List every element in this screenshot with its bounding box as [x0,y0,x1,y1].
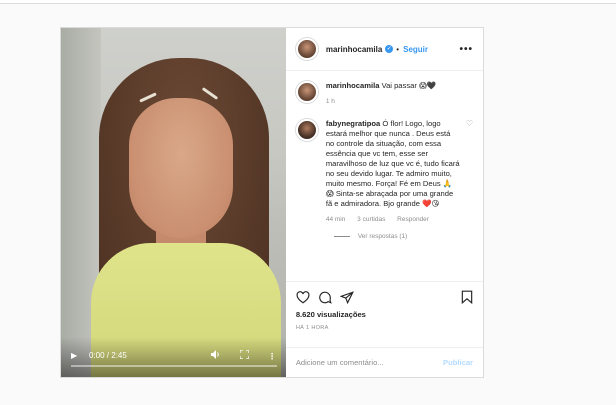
avatar[interactable] [295,38,318,60]
dot-separator: • [396,44,400,54]
publish-button[interactable]: Publicar [443,358,473,367]
comment-time: 44 min [325,216,346,223]
follow-button[interactable]: Seguir [403,45,428,54]
save-icon[interactable] [461,290,473,304]
view-replies-button[interactable]: Ver respostas (1) [333,233,473,240]
comment-likes[interactable]: 3 curtidas [357,216,385,223]
replies-line [333,236,350,237]
post-card: ▶ 0:00 / 2:45 ⋮ marinhocamila ✓ • Seguir… [60,27,484,378]
view-replies-label[interactable]: Ver respostas (1) [358,233,408,240]
views-count[interactable]: 8.620 visualizações [296,310,473,319]
avatar[interactable] [295,81,318,103]
video-subject-face [129,98,233,238]
post-header: marinhocamila ✓ • Seguir ••• [285,28,483,71]
like-comment-icon[interactable]: ♡ [460,119,473,223]
volume-icon[interactable] [211,350,221,361]
avatar[interactable] [295,119,318,141]
comment-meta: 44 min 3 curtidas Responder [326,216,460,223]
post-time-ago: HÁ 1 HORA [295,325,329,331]
header-username[interactable]: marinhocamila [326,45,382,54]
video-options-icon[interactable]: ⋮ [268,352,276,361]
action-icons [296,290,473,304]
comment-icon[interactable] [318,291,332,304]
share-icon[interactable] [339,290,354,304]
reply-button[interactable]: Responder [397,216,429,223]
heart-icon[interactable] [296,290,310,304]
video-controls: ▶ 0:00 / 2:45 ⋮ [61,337,286,377]
list-item: fabynegratipoa Ó flor! Logo, logo estará… [295,119,473,223]
caption-text: marinhocamila Vai passar 😱🖤 [326,81,437,91]
play-icon[interactable]: ▶ [71,351,77,360]
video-player[interactable]: ▶ 0:00 / 2:45 ⋮ [61,28,286,377]
add-comment-input[interactable] [295,358,444,367]
caption: marinhocamila Vai passar 😱🖤 1 h [295,81,473,105]
comment-username[interactable]: fabynegratipoa [326,119,380,128]
fullscreen-icon[interactable] [239,349,250,361]
video-progress-bar[interactable] [71,365,277,367]
video-time: 0:00 / 2:45 [89,351,127,360]
more-options-icon[interactable]: ••• [459,44,473,55]
caption-username[interactable]: marinhocamila [326,81,380,90]
comments-list: marinhocamila Vai passar 😱🖤 1 h fabynegr… [286,71,483,281]
verified-badge-icon: ✓ [385,45,394,53]
caption-time: 1 h [325,98,335,105]
add-comment-bar: Publicar [285,347,483,377]
comment-body: Ó flor! Logo, logo estará melhor que nun… [325,119,460,208]
comment-text: fabynegratipoa Ó flor! Logo, logo estará… [326,119,460,209]
caption-body: Vai passar 😱🖤 [381,81,437,90]
post-side-panel: marinhocamila ✓ • Seguir ••• marinhocami… [285,28,483,377]
top-bar [0,0,616,4]
